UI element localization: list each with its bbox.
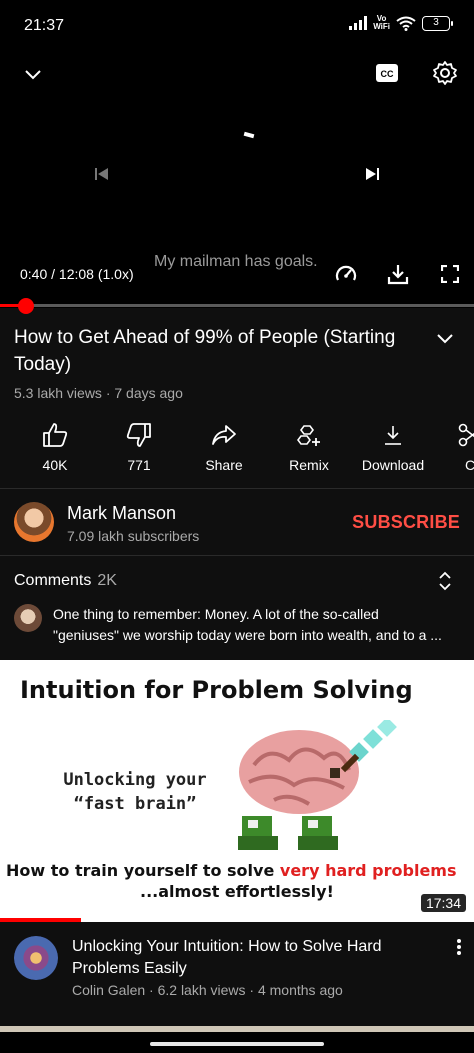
- settings-gear-icon: [433, 61, 457, 85]
- chevron-down-icon: [25, 70, 41, 80]
- video-duration-badge: 17:34: [420, 894, 466, 912]
- signal-icon: [349, 16, 368, 30]
- fullscreen-icon: [441, 265, 459, 283]
- system-nav-area: [0, 1032, 474, 1053]
- comments-count: 2K: [97, 572, 117, 589]
- chevron-down-icon: [437, 334, 453, 344]
- recommended-video-info[interactable]: Unlocking Your Intuition: How to Solve H…: [0, 922, 474, 1030]
- channel-row[interactable]: Mark Manson 7.09 lakh subscribers SUBSCR…: [0, 490, 474, 554]
- thumbnail-tagline-highlight: very hard problems: [279, 861, 457, 880]
- time-display: 0:40 / 12:08 (1.0x): [20, 266, 134, 282]
- speed-icon: [335, 265, 357, 281]
- share-icon: [212, 425, 236, 445]
- wifi-icon: [396, 16, 416, 31]
- download-icon: [387, 265, 409, 285]
- captions-button[interactable]: CC: [374, 60, 400, 86]
- thumbnail-subtitle-line: Unlocking your: [63, 770, 207, 790]
- battery-icon: 3: [422, 15, 453, 31]
- remix-icon: [297, 425, 320, 446]
- expand-comments-button[interactable]: [438, 571, 452, 596]
- divider: [0, 488, 474, 489]
- like-button[interactable]: 40K: [13, 420, 97, 473]
- commenter-avatar: [14, 604, 42, 632]
- clip-label: C: [464, 457, 474, 473]
- thumbs-down-icon: [126, 423, 151, 447]
- video-player[interactable]: CC My mailman has goals. 0:40 / 12:08 (1…: [0, 52, 474, 308]
- recommended-video-title[interactable]: Unlocking Your Intuition: How to Solve H…: [72, 936, 432, 980]
- unfold-icon: [439, 571, 451, 591]
- scrubber-knob[interactable]: [18, 298, 34, 314]
- thumbnail-subtitle: Unlocking your “fast brain”: [50, 768, 220, 816]
- thumbnail-subtitle-line: “fast brain”: [73, 794, 197, 814]
- collapse-button[interactable]: [20, 62, 46, 88]
- remix-button[interactable]: Remix: [267, 420, 351, 473]
- subscriber-count: 7.09 lakh subscribers: [67, 528, 200, 544]
- download-button[interactable]: Download: [351, 420, 435, 473]
- views-and-date: 5.3 lakh views · 7 days ago: [14, 385, 183, 401]
- thumbnail-tagline-2: ...almost effortlessly!: [140, 882, 334, 901]
- action-bar: 40K 771 Share Remix Download C: [0, 420, 474, 480]
- status-time: 21:37: [24, 17, 65, 34]
- thumbnail-tagline: How to train yourself to solve very hard…: [6, 861, 456, 880]
- caption-text: My mailman has goals.: [154, 253, 318, 270]
- progress-bar[interactable]: [0, 304, 474, 307]
- channel-name[interactable]: Mark Manson: [67, 503, 176, 524]
- more-vert-icon: [457, 939, 461, 955]
- top-comment-line: "geniuses" we worship today were born in…: [53, 627, 442, 643]
- next-button[interactable]: [360, 162, 384, 186]
- recommended-channel-avatar[interactable]: [14, 936, 58, 980]
- status-icons: Vo WiFi 3: [349, 14, 453, 31]
- like-count: 40K: [42, 457, 68, 473]
- share-button[interactable]: Share: [182, 420, 266, 473]
- settings-button[interactable]: [430, 58, 460, 88]
- top-comment: One thing to remember: Money. A lot of t…: [53, 604, 463, 646]
- svg-text:CC: CC: [381, 69, 394, 79]
- more-options-button[interactable]: [456, 938, 462, 961]
- download-icon: [385, 426, 401, 445]
- vowifi-label: Vo WiFi: [373, 14, 390, 31]
- thumbnail-headline: Intuition for Problem Solving: [20, 676, 413, 704]
- comments-panel[interactable]: Comments 2K One thing to remember: Money.…: [0, 556, 474, 658]
- remix-label: Remix: [289, 457, 329, 473]
- playback-speed-button[interactable]: [332, 260, 360, 288]
- brain-with-sword-illustration: [238, 720, 397, 850]
- previous-icon: [95, 168, 108, 180]
- clip-button[interactable]: C: [428, 420, 474, 473]
- clip-icon: [458, 423, 474, 447]
- subscribe-button[interactable]: SUBSCRIBE: [352, 512, 460, 533]
- home-indicator[interactable]: [150, 1042, 324, 1046]
- fullscreen-button[interactable]: [436, 260, 464, 288]
- player-download-button[interactable]: [384, 260, 412, 288]
- thumbs-up-icon: [43, 423, 68, 447]
- share-label: Share: [205, 457, 243, 473]
- comments-heading-label: Comments: [14, 572, 92, 589]
- video-title[interactable]: How to Get Ahead of 99% of People (Start…: [14, 324, 414, 378]
- status-bar: 21:37 Vo WiFi 3: [0, 0, 474, 52]
- recommended-thumbnail[interactable]: Intuition for Problem Solving Unlocking …: [0, 660, 474, 922]
- dislike-count: 771: [127, 457, 151, 473]
- dislike-button[interactable]: 771: [97, 420, 181, 473]
- recommended-video-meta: Colin Galen · 6.2 lakh views · 4 months …: [72, 982, 343, 998]
- previous-button[interactable]: [90, 162, 114, 186]
- thumbnail-tagline-text: How to train yourself to solve: [6, 861, 280, 880]
- cc-icon: CC: [376, 64, 398, 82]
- top-comment-line: One thing to remember: Money. A lot of t…: [53, 606, 379, 622]
- download-label: Download: [361, 457, 425, 473]
- loading-indicator: [243, 131, 255, 139]
- next-icon: [366, 168, 379, 180]
- comments-heading: Comments 2K: [14, 572, 117, 590]
- expand-description-button[interactable]: [436, 332, 454, 350]
- channel-avatar[interactable]: [14, 502, 54, 542]
